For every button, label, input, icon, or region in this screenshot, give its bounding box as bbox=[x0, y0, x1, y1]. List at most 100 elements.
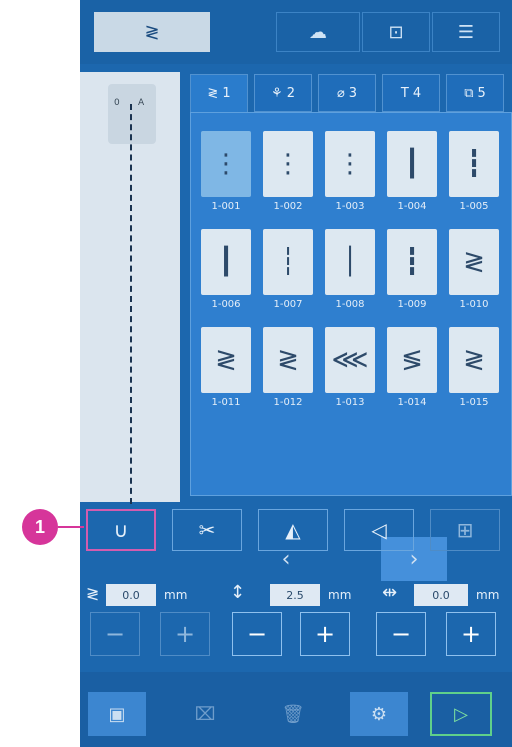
close-file-button[interactable]: ⌧ bbox=[176, 692, 234, 736]
stitch-tools: ∪ ✂ ◭ ◁ ⊞ bbox=[80, 505, 512, 553]
callout-marker: 1 bbox=[22, 509, 58, 545]
tab-category-4[interactable]: T4 bbox=[382, 74, 440, 112]
stitch-code-label: 1-015 bbox=[459, 397, 489, 408]
start-button[interactable]: ▷ bbox=[430, 692, 492, 736]
stitch-tile-1-004[interactable]: ┃ bbox=[387, 131, 437, 197]
stitch-tile-1-003[interactable]: ⋮ bbox=[325, 131, 375, 197]
cloud-icon: ☁ bbox=[309, 21, 327, 43]
mirror-button[interactable]: ◭ bbox=[258, 509, 328, 551]
stitch-code-label: 1-001 bbox=[211, 201, 241, 212]
category-tabs: ≷ 1 ⚘ 2 ⌀ 3 T4 ⧉ 5 bbox=[190, 74, 512, 112]
stitch-length-unit: mm bbox=[328, 588, 352, 602]
stitch-code-label: 1-002 bbox=[273, 201, 303, 212]
bottom-bar: ▣ ⌧ 🗑 ⚙ ▷ bbox=[80, 672, 512, 747]
needle-position-value[interactable]: 0.0 bbox=[414, 584, 468, 606]
stitch-tile-1-013[interactable]: ⋘ bbox=[325, 327, 375, 393]
stitch-pattern-icon: ≶ bbox=[401, 345, 423, 375]
stitch-tile-1-014[interactable]: ≶ bbox=[387, 327, 437, 393]
stitch-tile-1-002[interactable]: ⋮ bbox=[263, 131, 313, 197]
stitch-pattern-icon: ⋘ bbox=[331, 345, 369, 375]
plus-icon: + bbox=[460, 620, 482, 648]
stitch-width-value[interactable]: 0.0 bbox=[106, 584, 156, 606]
my-design-icon: ⧉ bbox=[464, 85, 474, 101]
stitch-code-label: 1-009 bbox=[397, 299, 427, 310]
tab-label: 3 bbox=[348, 85, 358, 101]
decorative-stitch-icon: ⚘ bbox=[271, 85, 283, 101]
minus-icon: − bbox=[390, 620, 412, 648]
callout-line bbox=[58, 526, 84, 528]
tab-label: 4 bbox=[412, 85, 422, 101]
stitch-tile-1-010[interactable]: ≷ bbox=[449, 229, 499, 295]
stitch-code-label: 1-005 bbox=[459, 201, 489, 212]
tab-category-2[interactable]: ⚘ 2 bbox=[254, 74, 312, 112]
settings-button[interactable]: ⚙ bbox=[350, 692, 408, 736]
tab-category-1[interactable]: ≷ 1 bbox=[190, 74, 248, 112]
embroidery-tab[interactable]: ⊡ bbox=[362, 12, 430, 52]
stitch-code-label: 1-004 bbox=[397, 201, 427, 212]
stitch-length-icon: ↕ bbox=[230, 582, 246, 603]
cloud-tab[interactable]: ☁ bbox=[276, 12, 360, 52]
tab-label: 2 bbox=[286, 85, 295, 101]
length-minus-button[interactable]: − bbox=[232, 612, 282, 656]
tab-category-5[interactable]: ⧉ 5 bbox=[446, 74, 504, 112]
stitch-parameters: ≷ 0.0 mm ↕ 2.5 mm ⇹ 0.0 mm bbox=[80, 578, 512, 610]
thread-cut-button[interactable]: ✂ bbox=[172, 509, 242, 551]
sewing-machine-screen: ≷ ☁ ⊡ ☰ 0 A ≷ 1 ⚘ 2 ⌀ 3 T4 ⧉ 5 ⋮ 1-001 ⋮… bbox=[80, 0, 512, 747]
stitch-pattern-icon: ⋮ bbox=[337, 149, 363, 179]
needle-position-button[interactable]: ∪ bbox=[86, 509, 156, 551]
delete-button[interactable]: 🗑 bbox=[264, 692, 322, 736]
stitch-pattern-icon: ┇ bbox=[466, 149, 482, 179]
plus-icon: + bbox=[174, 620, 196, 648]
grid-button[interactable]: ⊞ bbox=[430, 509, 500, 551]
close-file-icon: ⌧ bbox=[194, 703, 216, 725]
mirror-icon: ◭ bbox=[285, 518, 301, 542]
stitch-pattern-icon: ┃ bbox=[404, 149, 420, 179]
length-plus-button[interactable]: + bbox=[300, 612, 350, 656]
stitch-pattern-icon: ┃ bbox=[218, 247, 234, 277]
stitch-tile-1-008[interactable]: │ bbox=[325, 229, 375, 295]
stitch-tile-1-007[interactable]: ┆ bbox=[263, 229, 313, 295]
trash-icon: 🗑 bbox=[281, 703, 305, 725]
position-minus-button[interactable]: − bbox=[376, 612, 426, 656]
minus-icon: − bbox=[246, 620, 268, 648]
square-icon: ⊡ bbox=[388, 21, 404, 43]
zigzag-stitch-icon: ≷ bbox=[207, 86, 219, 101]
letter-icon: T bbox=[400, 85, 409, 101]
stitch-line-preview bbox=[130, 104, 132, 504]
stitch-pattern-icon: ┆ bbox=[280, 247, 296, 277]
reverse-icon: ◁ bbox=[371, 518, 387, 542]
stitch-tile-1-011[interactable]: ≷ bbox=[201, 327, 251, 393]
stitch-code-label: 1-006 bbox=[211, 299, 241, 310]
width-plus-button[interactable]: + bbox=[160, 612, 210, 656]
stitch-code-label: 1-013 bbox=[335, 397, 365, 408]
needle-position-unit: mm bbox=[476, 588, 500, 602]
zigzag-icon: ≷ bbox=[144, 21, 160, 43]
tab-label: 1 bbox=[222, 86, 231, 101]
stitch-tile-1-006[interactable]: ┃ bbox=[201, 229, 251, 295]
stitch-tile-1-015[interactable]: ≷ bbox=[449, 327, 499, 393]
stitch-pattern-icon: ┇ bbox=[404, 247, 420, 277]
reverse-button[interactable]: ◁ bbox=[344, 509, 414, 551]
gear-icon: ⚙ bbox=[370, 703, 388, 725]
stitch-tile-1-009[interactable]: ┇ bbox=[387, 229, 437, 295]
stitch-code-label: 1-003 bbox=[335, 201, 365, 212]
position-plus-button[interactable]: + bbox=[446, 612, 496, 656]
stitch-length-value[interactable]: 2.5 bbox=[270, 584, 320, 606]
foot-label-0: 0 bbox=[114, 98, 120, 108]
stitch-pattern-icon: ⋮ bbox=[275, 149, 301, 179]
stitch-pattern-icon: ≷ bbox=[215, 345, 237, 375]
stitch-grid-panel: ⋮ 1-001 ⋮ 1-002 ⋮ 1-003 ┃ 1-004 ┇ 1-005 ┃ 1-006 ┆ 1-0… bbox=[190, 112, 512, 581]
presser-foot-image: 0 A bbox=[108, 84, 156, 144]
stitch-tile-1-005[interactable]: ┇ bbox=[449, 131, 499, 197]
tab-category-3[interactable]: ⌀ 3 bbox=[318, 74, 376, 112]
stitch-tile-1-012[interactable]: ≷ bbox=[263, 327, 313, 393]
width-minus-button[interactable]: − bbox=[90, 612, 140, 656]
save-button[interactable]: ▣ bbox=[88, 692, 146, 736]
minus-icon: − bbox=[104, 620, 126, 648]
menu-tab[interactable]: ☰ bbox=[432, 12, 500, 52]
stitch-code-label: 1-007 bbox=[273, 299, 303, 310]
grid-icon: ⊞ bbox=[456, 518, 474, 542]
stitch-tile-1-001[interactable]: ⋮ bbox=[201, 131, 251, 197]
stitch-tab[interactable]: ≷ bbox=[94, 12, 210, 52]
needle-position-icon: ⇹ bbox=[382, 582, 398, 603]
